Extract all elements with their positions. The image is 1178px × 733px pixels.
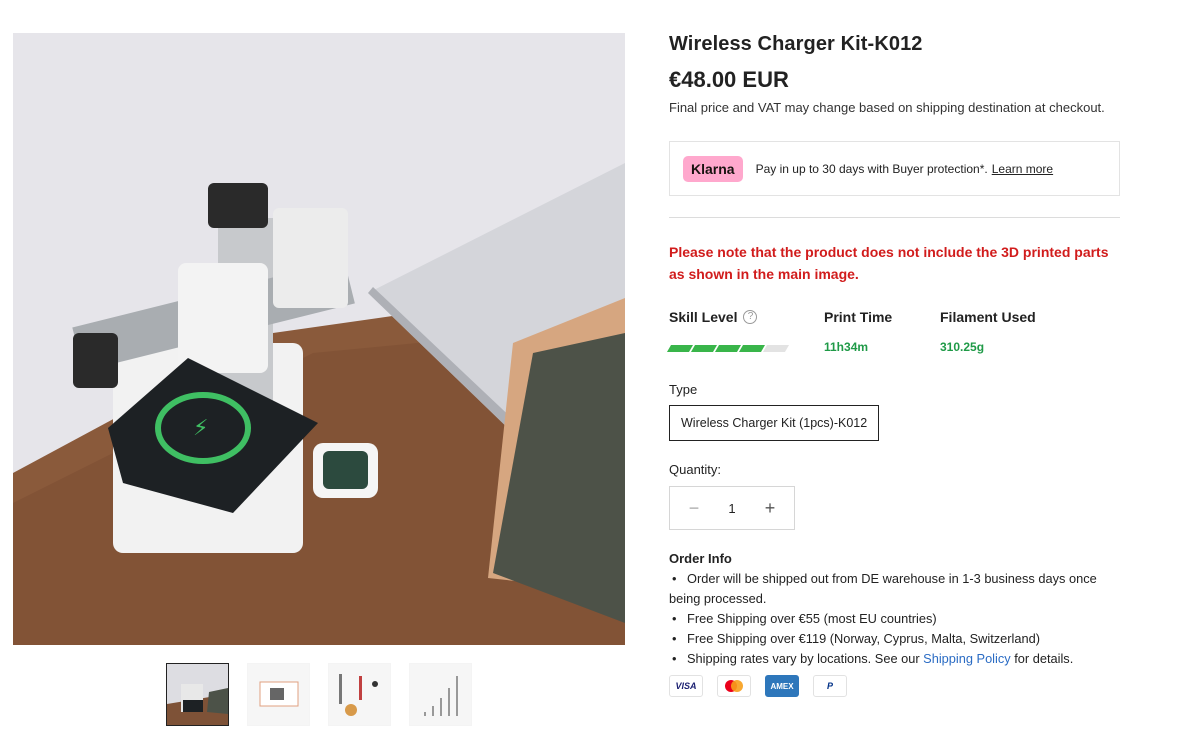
print-time-label: Print Time: [824, 309, 893, 325]
order-info-item: • Free Shipping over €55 (most EU countri…: [672, 611, 937, 626]
order-info-list: • Order will be shipped out from DE wareh…: [669, 569, 1121, 669]
product-notice: Please note that the product does not in…: [669, 244, 1109, 282]
thumbnail-1[interactable]: [166, 663, 229, 726]
divider: [669, 217, 1120, 218]
thumbnail-4[interactable]: [409, 663, 472, 726]
quantity-decrease-button[interactable]: −: [686, 498, 702, 519]
filament-value: 310.25g: [940, 340, 985, 354]
filament-label: Filament Used: [940, 309, 1036, 325]
klarna-logo: Klarna: [683, 155, 743, 182]
print-time-stat: Print Time 11h34m: [824, 309, 892, 354]
skill-level-bar: [666, 345, 790, 352]
amex-icon: AMEX: [765, 675, 799, 697]
thumbnail-diagram: [248, 664, 309, 725]
skill-segment: [714, 345, 742, 352]
print-stats: Skill Level ? Print Time 11h34m Filament…: [666, 309, 1121, 363]
filament-stat: Filament Used 310.25g: [940, 309, 1036, 354]
skill-segment: [666, 345, 694, 352]
mastercard-logo: [725, 680, 743, 692]
skill-level-label: Skill Level: [669, 309, 738, 325]
klarna-banner: Klarna Pay in up to 30 days with Buyer p…: [669, 141, 1120, 196]
payment-methods: VISA AMEX P: [669, 675, 1121, 697]
order-info-item: • Shipping rates vary by locations. See o…: [672, 651, 1074, 666]
thumbnail-2[interactable]: [247, 663, 310, 726]
quantity-input[interactable]: [717, 500, 747, 516]
klarna-learn-more-link[interactable]: Learn more: [992, 162, 1053, 176]
help-icon[interactable]: ?: [743, 310, 758, 324]
skill-segment: [738, 345, 766, 352]
thumbnail-3[interactable]: [328, 663, 391, 726]
thumbnail-rods: [410, 664, 471, 725]
paypal-icon: P: [813, 675, 847, 697]
price-note: Final price and VAT may change based on …: [669, 100, 1105, 115]
product-main-image[interactable]: ⚡: [13, 33, 625, 645]
shipping-policy-link[interactable]: Shipping Policy: [923, 651, 1011, 666]
order-info-item: • Order will be shipped out from DE wareh…: [669, 571, 1097, 606]
print-time-value: 11h34m: [824, 340, 869, 354]
product-photo: ⚡: [13, 33, 625, 645]
quantity-stepper: − +: [669, 486, 795, 530]
klarna-text: Pay in up to 30 days with Buyer protecti…: [755, 161, 988, 176]
thumbnail-parts: [329, 664, 390, 725]
product-title: Wireless Charger Kit-K012: [669, 33, 923, 55]
svg-text:⚡: ⚡: [193, 416, 208, 441]
order-info-item: • Free Shipping over €119 (Norway, Cyprus…: [672, 631, 1041, 646]
order-info-title: Order Info: [669, 551, 732, 566]
visa-icon: VISA: [669, 675, 703, 697]
product-price: €48.00 EUR: [669, 67, 789, 92]
quantity-label: Quantity:: [669, 462, 722, 477]
product-info: Wireless Charger Kit-K012 €48.00 EUR Fin…: [666, 30, 1121, 697]
quantity-increase-button[interactable]: +: [762, 498, 778, 519]
type-label: Type: [669, 382, 698, 397]
skill-level-stat: Skill Level ?: [666, 309, 790, 352]
skill-segment: [690, 345, 718, 352]
thumbnail-photo: [167, 664, 228, 725]
skill-segment: [762, 345, 790, 352]
thumbnail-strip: [166, 663, 472, 726]
mastercard-icon: [717, 675, 751, 697]
type-option-button[interactable]: Wireless Charger Kit (1pcs)-K012: [669, 405, 880, 441]
